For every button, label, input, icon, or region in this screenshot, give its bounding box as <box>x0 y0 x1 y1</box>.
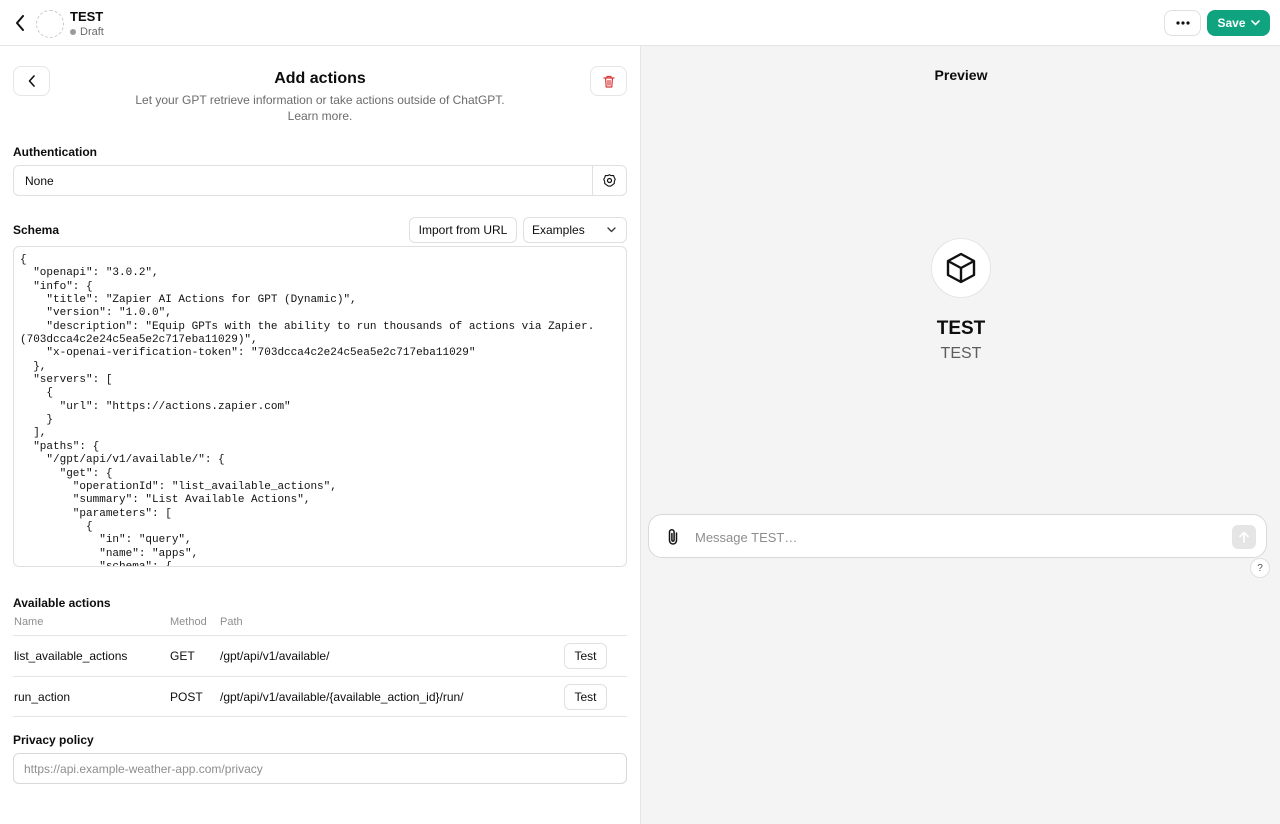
more-icon <box>1175 21 1190 25</box>
action-method: POST <box>170 690 203 704</box>
status-dot <box>70 29 76 35</box>
available-actions-label: Available actions <box>13 596 111 610</box>
save-label: Save <box>1217 16 1246 30</box>
status-label: Draft <box>80 26 104 38</box>
schema-editor[interactable]: { "openapi": "3.0.2", "info": { "title":… <box>13 246 627 567</box>
preview-gpt-name: TEST <box>936 318 986 339</box>
preview-pane: Preview TEST TEST ? <box>640 46 1280 824</box>
message-composer <box>648 514 1267 558</box>
paperclip-icon <box>668 528 678 545</box>
column-header-name: Name <box>14 616 44 628</box>
cube-icon <box>946 252 976 284</box>
action-name: list_available_actions <box>14 649 128 663</box>
import-from-url-button[interactable]: Import from URL <box>409 217 517 243</box>
authentication-value[interactable]: None <box>14 174 592 188</box>
page-subtitle: Let your GPT retrieve information or tak… <box>0 92 640 124</box>
test-action-button[interactable]: Test <box>564 643 607 669</box>
column-header-method: Method <box>170 616 207 628</box>
examples-select[interactable]: Examples <box>523 217 627 243</box>
save-button[interactable]: Save <box>1207 10 1270 36</box>
table-row: list_available_actions GET /gpt/api/v1/a… <box>13 635 627 676</box>
back-button[interactable] <box>10 12 30 34</box>
action-path: /gpt/api/v1/available/ <box>220 649 330 663</box>
help-button[interactable]: ? <box>1250 558 1270 578</box>
preview-title: Preview <box>934 67 988 83</box>
privacy-policy-label: Privacy policy <box>13 733 94 747</box>
column-header-path: Path <box>220 616 243 628</box>
back-icon <box>16 15 24 31</box>
gpt-name: TEST <box>70 9 104 24</box>
send-button[interactable] <box>1232 525 1256 549</box>
authentication-label: Authentication <box>13 145 97 159</box>
gear-icon <box>603 174 616 187</box>
table-row: run_action POST /gpt/api/v1/available/{a… <box>13 676 627 717</box>
test-action-button[interactable]: Test <box>564 684 607 710</box>
import-label: Import from URL <box>418 223 508 237</box>
learn-more-link[interactable]: Learn more. <box>0 108 640 124</box>
privacy-policy-input[interactable] <box>13 753 627 784</box>
authentication-field: None <box>13 165 627 196</box>
action-path: /gpt/api/v1/available/{available_action_… <box>220 690 464 704</box>
trash-icon <box>602 75 615 88</box>
arrow-up-icon <box>1239 531 1249 543</box>
schema-text[interactable]: { "openapi": "3.0.2", "info": { "title":… <box>14 247 626 566</box>
editor-pane: Add actions Let your GPT retrieve inform… <box>0 46 640 824</box>
action-method: GET <box>170 649 195 663</box>
message-input[interactable] <box>695 525 1215 549</box>
gpt-status: Draft <box>70 26 104 38</box>
chevron-down-icon <box>607 227 616 233</box>
page-title: Add actions <box>274 70 366 87</box>
delete-action-button[interactable] <box>590 66 627 96</box>
preview-gpt-description: TEST <box>940 345 982 362</box>
subtitle-text: Let your GPT retrieve information or tak… <box>135 93 505 107</box>
action-name: run_action <box>14 690 71 704</box>
attach-button[interactable] <box>663 526 683 548</box>
top-bar: TEST Draft Save <box>0 0 1280 46</box>
authentication-settings-button[interactable] <box>592 166 626 195</box>
gpt-avatar[interactable] <box>36 10 64 38</box>
gpt-logo <box>931 238 991 298</box>
schema-label: Schema <box>13 223 60 237</box>
examples-label: Examples <box>532 223 585 237</box>
chevron-down-icon <box>1250 20 1260 26</box>
more-options-button[interactable] <box>1164 10 1201 36</box>
